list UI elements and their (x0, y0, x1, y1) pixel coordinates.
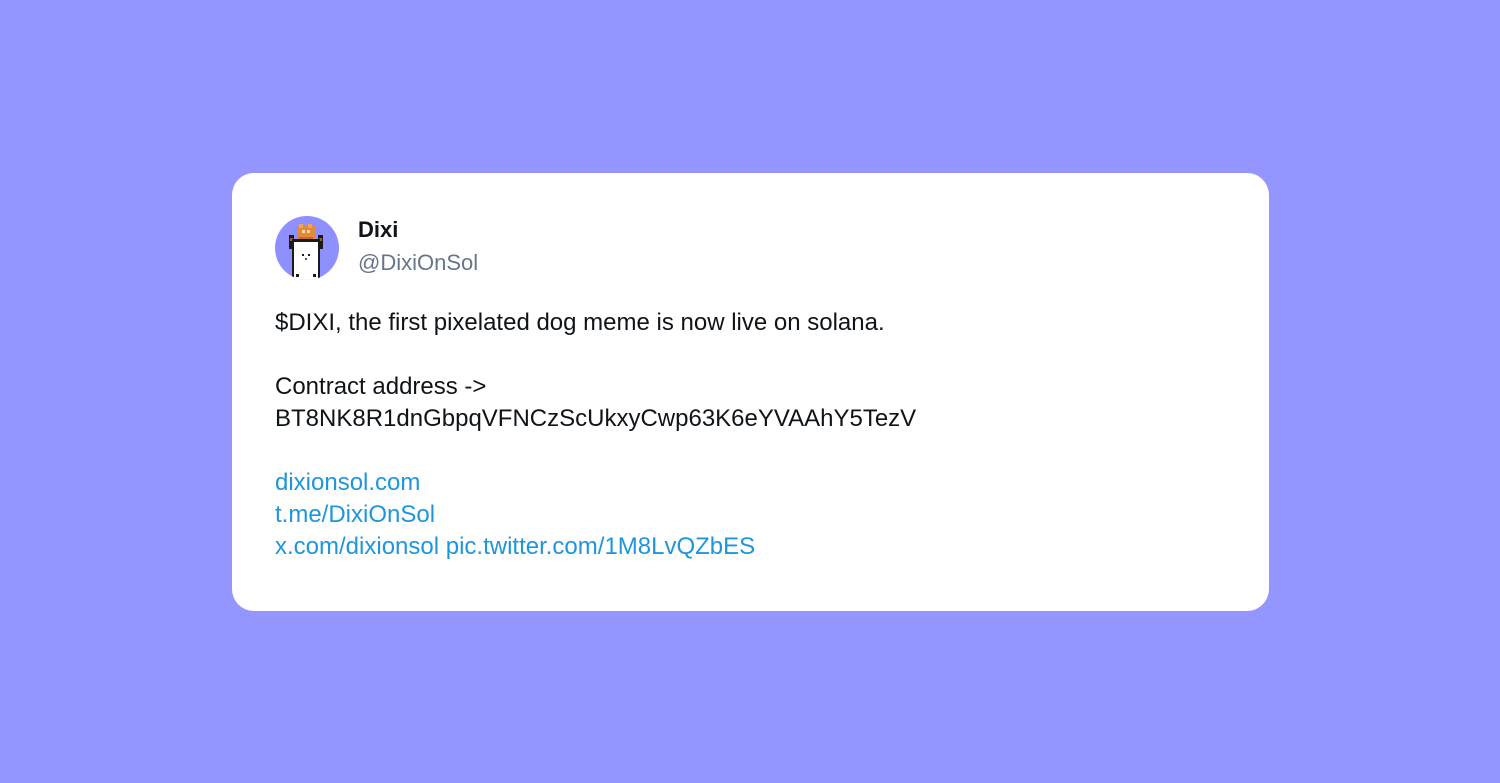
tweet-body: $DIXI, the first pixelated dog meme is n… (275, 307, 1226, 563)
paragraph-break (275, 435, 1226, 467)
website-link[interactable]: dixionsol.com (275, 469, 420, 496)
pixel-dog-avatar-icon (289, 224, 323, 280)
telegram-link[interactable]: t.me/DixiOnSol (275, 501, 435, 528)
tweet-intro-text: $DIXI, the first pixelated dog meme is n… (275, 309, 885, 336)
link-line-telegram: t.me/DixiOnSol (275, 499, 1226, 531)
pic-link[interactable]: pic.twitter.com/1M8LvQZbES (446, 533, 755, 560)
tweet-header: Dixi @DixiOnSol (275, 216, 1226, 280)
display-name[interactable]: Dixi (358, 216, 478, 244)
user-handle[interactable]: @DixiOnSol (358, 249, 478, 277)
author-info: Dixi @DixiOnSol (358, 217, 478, 277)
link-line-website: dixionsol.com (275, 467, 1226, 499)
contract-label-text: Contract address -> (275, 373, 487, 400)
link-line-social: x.com/dixionsol pic.twitter.com/1M8LvQZb… (275, 531, 1226, 563)
contract-address-text: BT8NK8R1dnGbpqVFNCzScUkxyCwp63K6eYVAAhY5… (275, 405, 917, 432)
paragraph-break (275, 339, 1226, 371)
tweet-card: Dixi @DixiOnSol $DIXI, the first pixelat… (232, 173, 1269, 611)
avatar[interactable] (275, 216, 339, 280)
x-profile-link[interactable]: x.com/dixionsol (275, 533, 439, 560)
